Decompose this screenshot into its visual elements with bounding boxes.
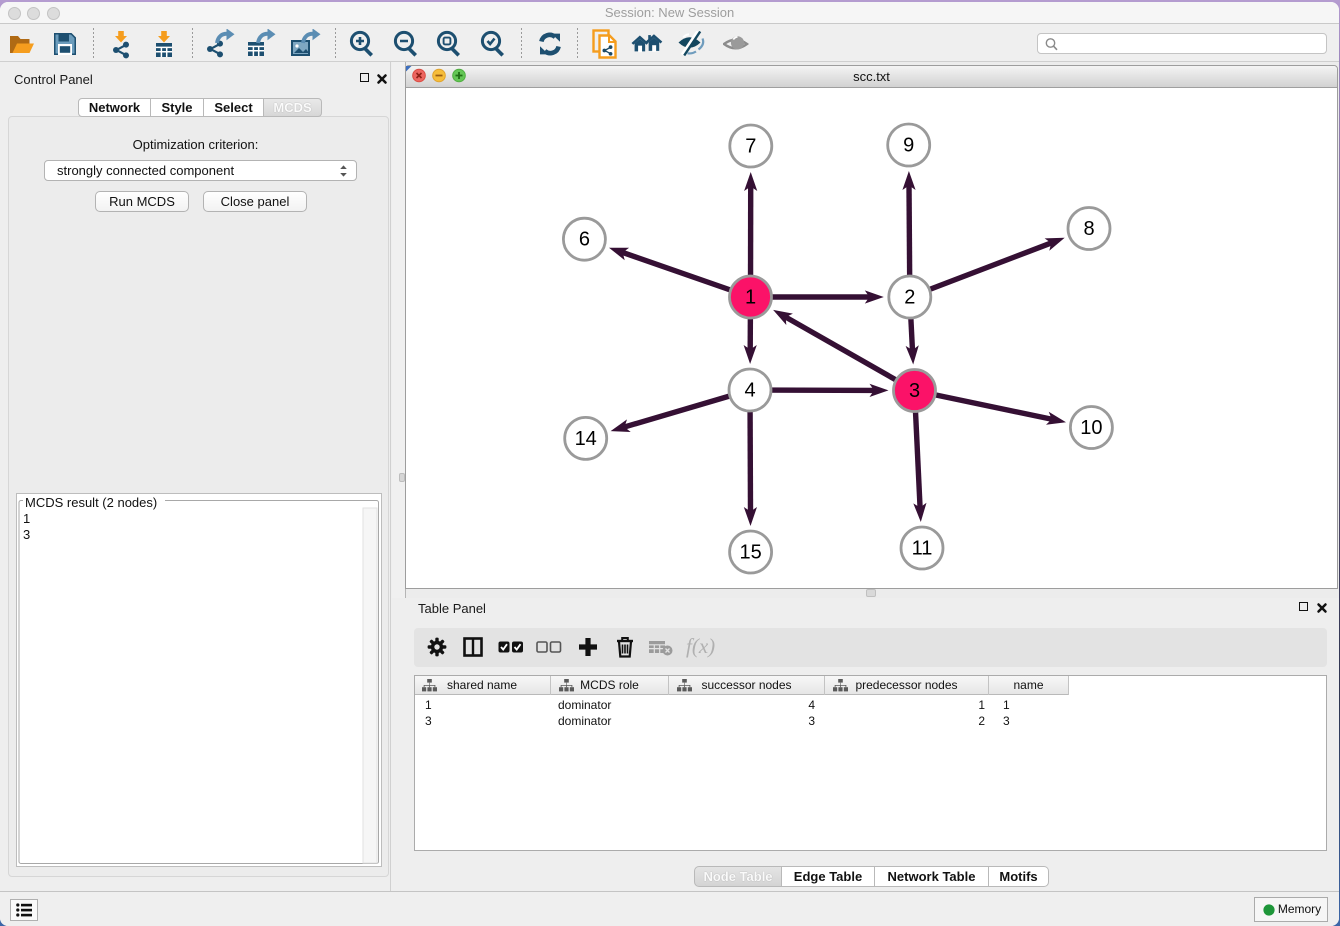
svg-text:14: 14 [575, 428, 597, 450]
svg-text:2: 2 [904, 287, 915, 309]
svg-text:3: 3 [909, 380, 920, 402]
svg-text:9: 9 [903, 135, 914, 157]
svg-text:4: 4 [744, 380, 755, 402]
svg-text:1: 1 [745, 287, 756, 309]
svg-text:6: 6 [579, 229, 590, 251]
svg-text:10: 10 [1080, 417, 1102, 439]
svg-text:11: 11 [912, 538, 933, 560]
svg-text:15: 15 [739, 542, 761, 564]
svg-text:7: 7 [745, 136, 756, 158]
svg-text:8: 8 [1083, 218, 1094, 240]
